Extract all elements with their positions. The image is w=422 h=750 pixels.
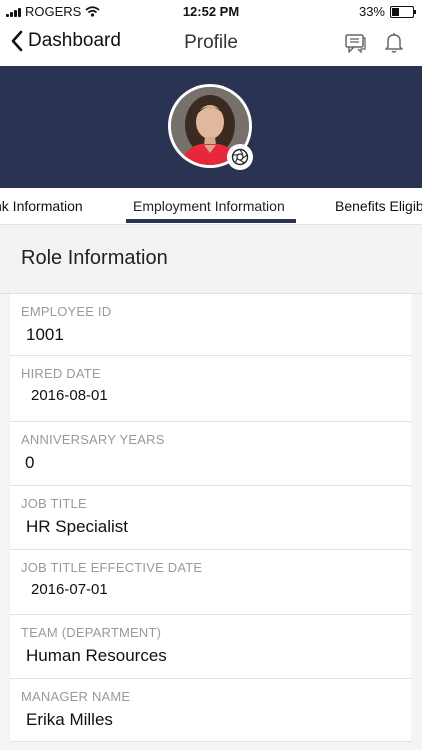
section-header: Role Information	[0, 225, 422, 294]
tab-employment-information[interactable]: Employment Information	[133, 198, 285, 214]
active-tab-indicator	[126, 219, 296, 223]
chat-icon[interactable]	[344, 32, 366, 54]
field-label: JOB TITLE EFFECTIVE DATE	[21, 560, 203, 575]
field-label: MANAGER NAME	[21, 689, 131, 704]
field-value: 0	[25, 453, 35, 472]
field-value: Erika Milles	[26, 710, 113, 729]
field-value: HR Specialist	[26, 517, 129, 536]
change-photo-button[interactable]	[227, 144, 253, 170]
field-anniversary-years: ANNIVERSARY YEARS 0	[10, 422, 411, 486]
field-team-department: TEAM (DEPARTMENT) Human Resources	[10, 615, 411, 679]
field-label: HIRED DATE	[21, 366, 101, 381]
field-job-title: JOB TITLE HR Specialist	[10, 486, 411, 550]
camera-aperture-icon	[231, 148, 249, 166]
field-value: 2016-07-01	[31, 581, 108, 598]
field-value: Human Resources	[26, 646, 167, 665]
battery-percent: 33%	[358, 4, 385, 19]
field-job-title-effective-date: JOB TITLE EFFECTIVE DATE 2016-07-01	[10, 550, 411, 615]
section-title: Role Information	[21, 247, 168, 269]
field-employee-id: EMPLOYEE ID 1001	[10, 294, 411, 356]
field-value: 2016-08-01	[31, 387, 108, 404]
field-label: EMPLOYEE ID	[21, 304, 112, 319]
field-value: 1001	[26, 325, 64, 344]
profile-tabs: nk Information Employment Information Be…	[0, 188, 422, 225]
profile-header	[0, 66, 422, 188]
battery-icon	[390, 5, 416, 18]
nav-bar: Dashboard Profile	[0, 22, 422, 66]
field-hired-date: HIRED DATE 2016-08-01	[10, 356, 411, 422]
field-label: TEAM (DEPARTMENT)	[21, 625, 162, 640]
tab-bank-information[interactable]: nk Information	[0, 198, 83, 214]
status-right: 33%	[358, 4, 416, 19]
tab-benefits-eligibility[interactable]: Benefits Eligib	[335, 198, 422, 214]
field-label: JOB TITLE	[21, 496, 87, 511]
battery-fill	[392, 7, 399, 16]
status-bar: ROGERS 12:52 PM 33%	[0, 0, 422, 22]
role-information-fields: EMPLOYEE ID 1001 HIRED DATE 2016-08-01 A…	[10, 294, 411, 742]
field-manager-name: MANAGER NAME Erika Milles	[10, 679, 411, 742]
field-label: ANNIVERSARY YEARS	[21, 432, 165, 447]
bell-icon[interactable]	[384, 32, 404, 54]
nav-actions	[344, 32, 404, 54]
